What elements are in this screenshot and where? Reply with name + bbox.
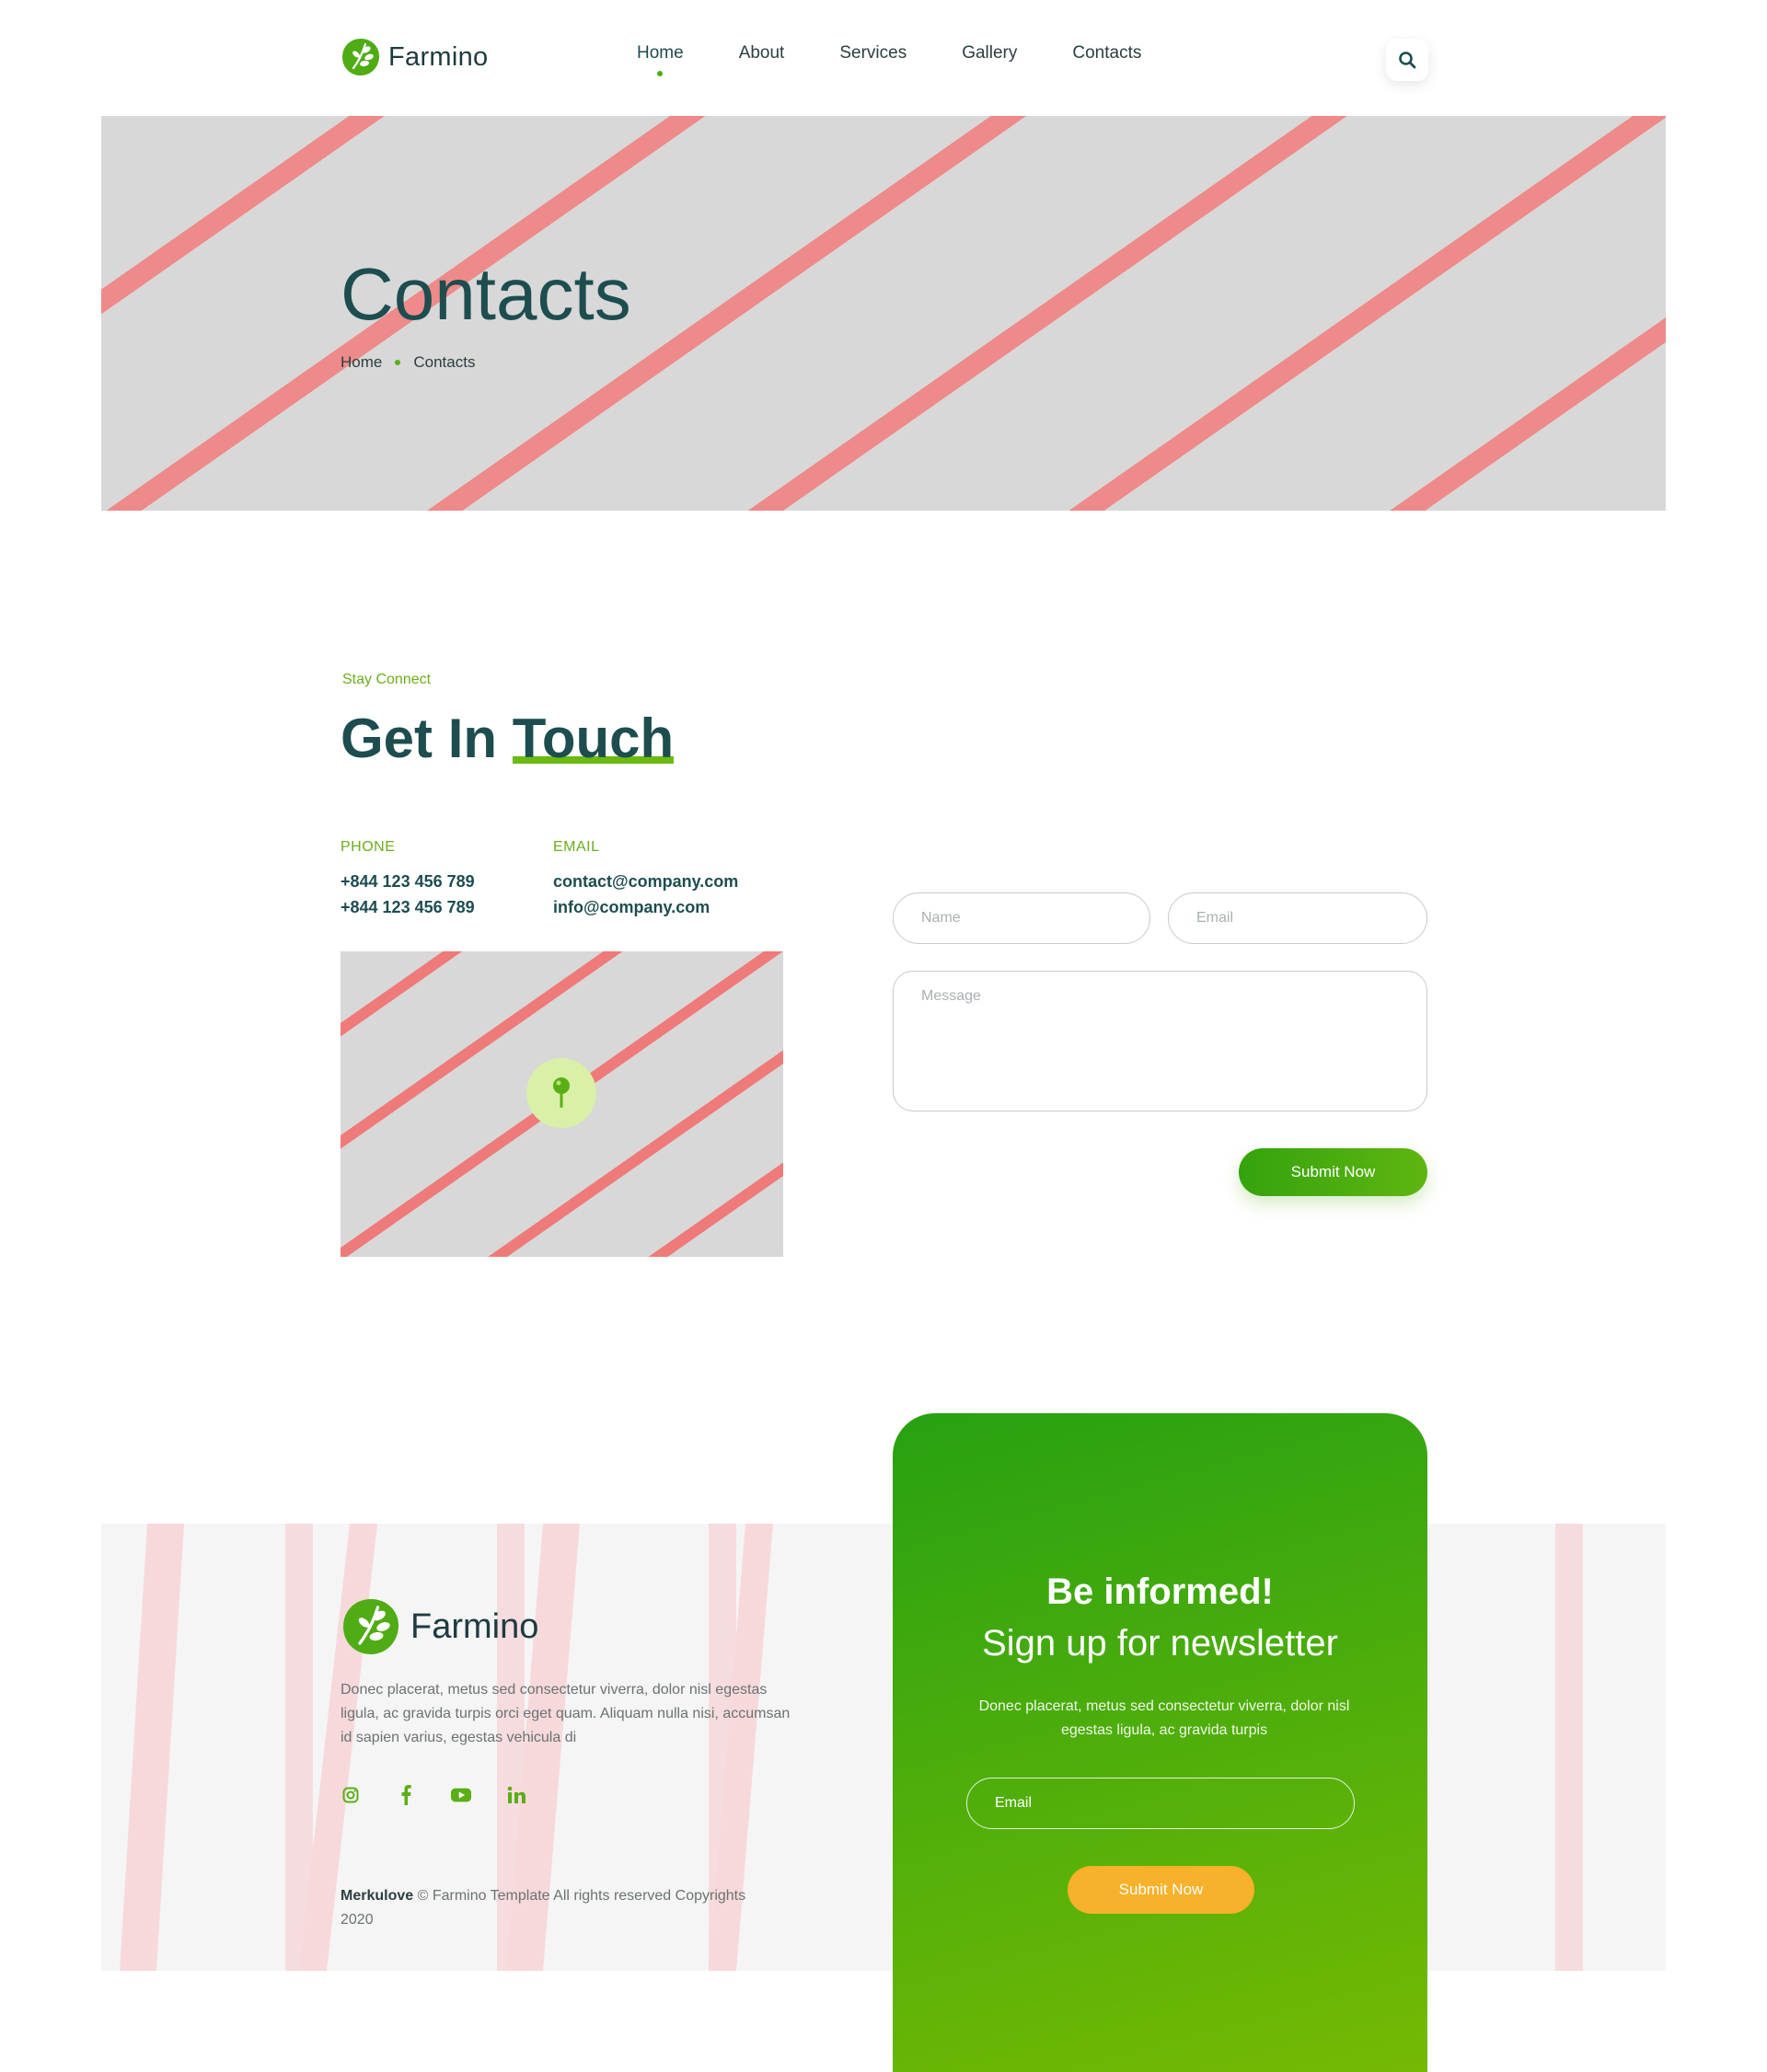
breadcrumb-separator [395,360,401,365]
newsletter-email-field[interactable] [966,1778,1355,1829]
name-field[interactable] [893,892,1150,944]
page-title: Contacts [341,253,631,335]
main-nav: Home About Services Gallery Contacts [637,43,1141,76]
footer-background-pattern [120,1524,773,1971]
facebook-icon[interactable] [396,1785,416,1805]
youtube-icon[interactable] [451,1785,471,1805]
page-banner: Contacts Home Contacts [101,116,1666,511]
copyright-author[interactable]: Merkulove [341,1888,413,1904]
footer-description: Donec placerat, metus sed consectetur vi… [341,1682,791,1745]
footer-logo[interactable]: Farmino [341,1596,538,1657]
email-address-2[interactable]: info@company.com [553,894,710,920]
email-field[interactable] [1168,892,1427,944]
leaf-logo-icon [343,1599,398,1654]
site-header: Farmino Home About Services Gallery Cont… [0,0,1767,116]
newsletter-description: Donec placerat, metus sed consectetur vi… [978,1698,1350,1738]
newsletter-subtitle: Sign up for newsletter [982,1623,1338,1663]
nav-item-services[interactable]: Services [839,43,907,63]
newsletter-title: Be informed! [1046,1571,1274,1612]
section-title-part2: Touch [512,708,675,769]
breadcrumb-current: Contacts [413,353,476,371]
footer-logo-text: Farmino [410,1606,539,1646]
linkedin-icon[interactable] [506,1785,526,1805]
breadcrumb-home[interactable]: Home [341,353,382,372]
nav-item-gallery[interactable]: Gallery [962,43,1017,63]
breadcrumb: Home Contacts [341,353,475,372]
contact-submit-button[interactable]: Submit Now [1239,1148,1427,1196]
nav-item-contacts[interactable]: Contacts [1072,43,1141,63]
newsletter-submit-button[interactable]: Submit Now [1068,1866,1254,1914]
phone-number-1[interactable]: +844 123 456 789 [341,869,475,894]
email-label: EMAIL [553,839,600,855]
newsletter-card: Be informed! Sign up for newsletter Done… [893,1413,1427,2072]
nav-item-about[interactable]: About [739,43,785,63]
logo[interactable]: Farmino [341,37,488,77]
copyright-text: Merkulove © Farmino Template All rights … [341,1884,773,1932]
site-footer: Farmino Donec placerat, metus sed consec… [101,1524,1666,1971]
nav-item-home[interactable]: Home [637,43,684,76]
logo-text: Farmino [388,41,489,72]
section-eyebrow: Stay Connect [342,672,432,687]
phone-label: PHONE [341,839,396,855]
phone-number-2[interactable]: +844 123 456 789 [341,894,475,920]
social-links [341,1785,526,1805]
message-field[interactable] [893,971,1427,1111]
section-title: Get In Touch [341,707,674,770]
section-title-part1: Get In [341,708,498,769]
email-address-1[interactable]: contact@company.com [553,869,738,894]
search-button[interactable] [1386,39,1428,81]
search-icon [1399,52,1416,69]
leaf-logo-icon [342,39,379,75]
location-map[interactable] [341,951,783,1257]
map-pin-marker[interactable] [526,1058,596,1128]
map-pin-icon [553,1077,570,1108]
instagram-icon[interactable] [341,1785,361,1805]
